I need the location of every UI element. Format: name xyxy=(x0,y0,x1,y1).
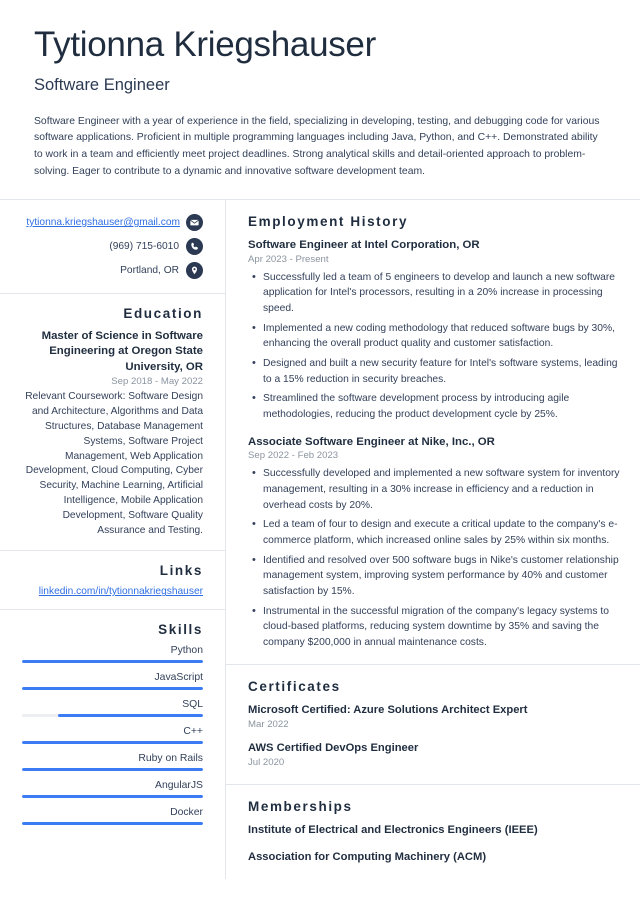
links-heading: Links xyxy=(159,563,203,579)
certificate-name: AWS Certified DevOps Engineer xyxy=(248,742,419,754)
education-section: Education Master of Science in Software … xyxy=(0,294,225,552)
employment-list: Software Engineer at Intel Corporation, … xyxy=(248,238,620,650)
skill-name: Ruby on Rails xyxy=(138,753,203,765)
skill-item: JavaScript xyxy=(22,672,203,691)
employment-bullet: Successfully developed and implemented a… xyxy=(252,465,620,513)
employment-section: Employment History Software Engineer at … xyxy=(226,200,640,666)
employment-bullet: Streamlined the software development pro… xyxy=(252,390,620,422)
employment-bullet: Successfully led a team of 5 engineers t… xyxy=(252,269,620,317)
skill-name: Docker xyxy=(170,807,203,819)
skill-level-track xyxy=(22,687,203,691)
skill-level-fill xyxy=(58,714,203,718)
phone-icon xyxy=(186,237,203,255)
memberships-section: Memberships Institute of Electrical and … xyxy=(226,785,640,879)
skill-level-track xyxy=(22,714,203,718)
skill-level-fill xyxy=(22,741,203,745)
resume-page: Tytionna Kriegshauser Software Engineer … xyxy=(0,0,640,905)
employment-bullet-list: Successfully developed and implemented a… xyxy=(248,465,620,651)
map-pin-icon xyxy=(186,261,203,279)
skill-name: SQL xyxy=(182,699,203,711)
resume-header: Tytionna Kriegshauser Software Engineer … xyxy=(0,0,640,181)
contact-phone-row[interactable]: (969) 715-6010 xyxy=(22,237,203,255)
employment-bullet: Instrumental in the successful migration… xyxy=(252,603,620,651)
sidebar: tytionna.kriegshauser@gmail.com (969) 71… xyxy=(0,199,226,879)
resume-body: tytionna.kriegshauser@gmail.com (969) 71… xyxy=(0,198,640,879)
employment-job-title: Software Engineer at Intel Corporation, … xyxy=(248,238,480,251)
membership-entry: Institute of Electrical and Electronics … xyxy=(248,823,538,836)
certificates-heading: Certificates xyxy=(248,679,341,695)
skill-level-fill xyxy=(22,768,203,772)
skills-list: Python JavaScript SQL C++ Ruby on Rails Angul… xyxy=(22,645,203,826)
employment-date-range: Apr 2023 - Present xyxy=(248,253,329,265)
skill-item: Python xyxy=(22,645,203,664)
skill-name: Python xyxy=(170,645,203,657)
skill-name: C++ xyxy=(183,726,203,738)
contact-details: tytionna.kriegshauser@gmail.com (969) 71… xyxy=(0,200,225,294)
employment-job-title: Associate Software Engineer at Nike, Inc… xyxy=(248,435,495,448)
skill-level-track xyxy=(22,741,203,745)
skill-item: Docker xyxy=(22,807,203,826)
page-title: Tytionna Kriegshauser xyxy=(34,25,376,64)
skill-item: AngularJS xyxy=(22,780,203,799)
education-description: Relevant Coursework: Software Design and… xyxy=(25,391,203,536)
contact-email[interactable]: tytionna.kriegshauser@gmail.com xyxy=(26,217,180,228)
memberships-list: Institute of Electrical and Electronics … xyxy=(248,823,620,865)
professional-summary: Software Engineer with a year of experie… xyxy=(34,115,600,178)
skill-level-fill xyxy=(22,795,203,799)
certificate-entry: AWS Certified DevOps Engineer Jul 2020 xyxy=(248,741,620,768)
skill-level-track xyxy=(22,660,203,664)
education-date: Sep 2018 - May 2022 xyxy=(111,376,203,388)
skill-level-fill xyxy=(22,660,203,664)
memberships-heading: Memberships xyxy=(248,798,353,814)
certificate-date: Jul 2020 xyxy=(248,756,285,768)
envelope-icon xyxy=(186,213,203,231)
skill-item: Ruby on Rails xyxy=(22,753,203,772)
contact-phone[interactable]: (969) 715-6010 xyxy=(109,241,179,252)
employment-bullet: Led a team of four to design and execute… xyxy=(252,516,620,548)
employment-bullet-list: Successfully led a team of 5 engineers t… xyxy=(248,269,620,423)
skill-name: AngularJS xyxy=(155,780,203,792)
certificate-entry: Microsoft Certified: Azure Solutions Arc… xyxy=(248,703,620,730)
skill-level-track xyxy=(22,768,203,772)
certificates-list: Microsoft Certified: Azure Solutions Arc… xyxy=(248,703,620,767)
employment-bullet: Identified and resolved over 500 softwar… xyxy=(252,552,620,600)
skill-level-fill xyxy=(22,687,203,691)
skills-heading: Skills xyxy=(158,622,203,638)
employment-bullet: Designed and built a new security featur… xyxy=(252,355,620,387)
contact-email-row[interactable]: tytionna.kriegshauser@gmail.com xyxy=(22,213,203,231)
contact-location: Portland, OR xyxy=(120,264,179,276)
employment-bullet: Implemented a new coding methodology tha… xyxy=(252,320,620,352)
skill-level-track xyxy=(22,795,203,799)
contact-location-row: Portland, OR xyxy=(22,261,203,279)
education-heading: Education xyxy=(123,305,203,321)
membership-entry: Association for Computing Machinery (ACM… xyxy=(248,851,487,864)
skill-name: JavaScript xyxy=(154,672,203,684)
employment-date-range: Sep 2022 - Feb 2023 xyxy=(248,450,339,462)
certificate-name: Microsoft Certified: Azure Solutions Arc… xyxy=(248,704,528,717)
skill-level-fill xyxy=(22,822,203,826)
certificates-section: Certificates Microsoft Certified: Azure … xyxy=(226,665,640,785)
employment-entry: Associate Software Engineer at Nike, Inc… xyxy=(248,435,620,651)
headline-job-title: Software Engineer xyxy=(34,75,170,94)
employment-heading: Employment History xyxy=(248,213,409,229)
main-column: Employment History Software Engineer at … xyxy=(226,200,640,879)
skill-item: SQL xyxy=(22,699,203,718)
certificate-date: Mar 2022 xyxy=(248,719,289,730)
skill-level-track xyxy=(22,822,203,826)
links-section: Links linkedin.com/in/tytionnakriegshaus… xyxy=(0,551,225,611)
link-linkedin[interactable]: linkedin.com/in/tytionnakriegshauser xyxy=(22,586,203,597)
skill-item: C++ xyxy=(22,726,203,745)
employment-entry: Software Engineer at Intel Corporation, … xyxy=(248,238,620,423)
skills-section: Skills Python JavaScript SQL C++ Ruby on Rai… xyxy=(0,610,225,839)
education-degree: Master of Science in Software Engineerin… xyxy=(41,329,203,373)
